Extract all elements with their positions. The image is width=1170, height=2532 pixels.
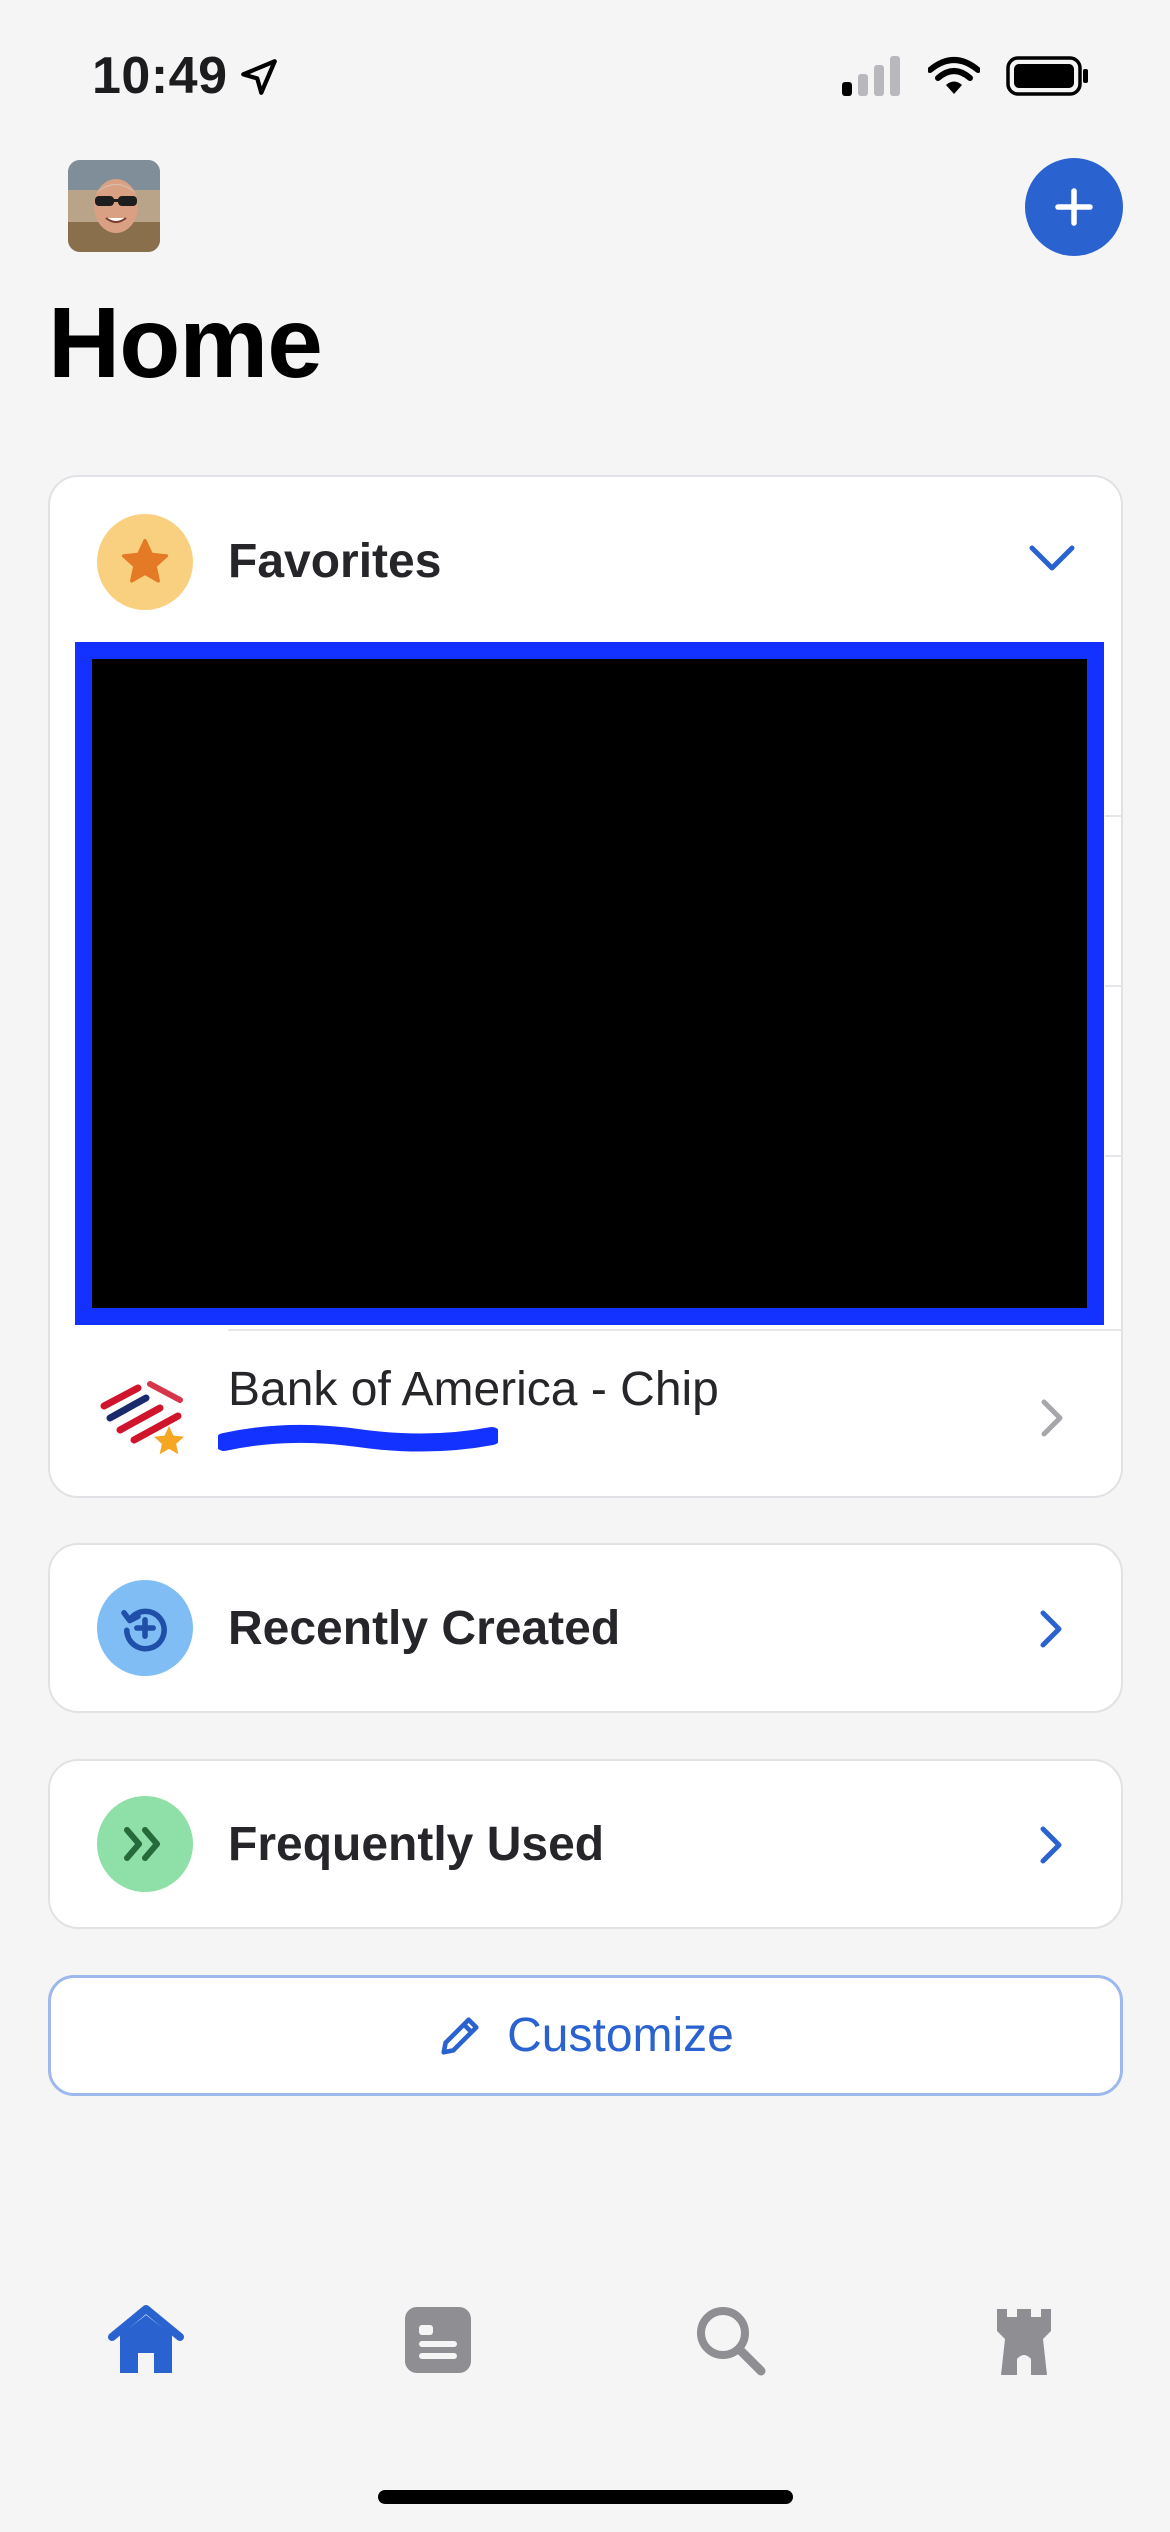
- favorite-star-icon: [153, 1425, 185, 1455]
- frequently-used-card[interactable]: Frequently Used: [48, 1759, 1123, 1929]
- double-chevron-icon: [124, 1827, 160, 1861]
- customize-button[interactable]: Customize: [48, 1975, 1123, 2096]
- page-title: Home: [48, 287, 323, 399]
- list-icon: [405, 2307, 471, 2373]
- favorites-label: Favorites: [228, 535, 442, 588]
- battery-icon: [1006, 56, 1088, 96]
- customize-label: Customize: [507, 2009, 734, 2062]
- tab-home[interactable]: [106, 2300, 186, 2380]
- tab-search[interactable]: [690, 2300, 770, 2380]
- wifi-icon: [928, 57, 980, 94]
- star-icon: [121, 538, 169, 583]
- frequently-used-label: Frequently Used: [228, 1818, 605, 1871]
- recently-created-icon-badge: [97, 1580, 193, 1676]
- favorites-icon-badge: [97, 514, 193, 610]
- favorites-header[interactable]: Favorites: [50, 477, 1121, 647]
- redacted-subtitle: [218, 1424, 498, 1452]
- list-item-title: Bank of America - Chip: [228, 1363, 719, 1416]
- list-divider: [1105, 815, 1121, 817]
- cellular-signal-icon: [842, 56, 900, 96]
- recently-created-label: Recently Created: [228, 1602, 621, 1655]
- recent-plus-icon: [121, 1608, 167, 1652]
- tower-icon: [997, 2309, 1051, 2375]
- bank-logo-icon: [100, 1380, 186, 1458]
- list-divider: [1105, 1155, 1121, 1157]
- home-indicator: [378, 2490, 793, 2504]
- chevron-right-icon: [1040, 1610, 1062, 1648]
- list-item[interactable]: Bank of America - Chip: [50, 1330, 1121, 1496]
- redacted-block: [75, 642, 1104, 1325]
- tab-items[interactable]: [398, 2300, 478, 2380]
- chevron-right-icon: [1040, 1826, 1062, 1864]
- recently-created-card[interactable]: Recently Created: [48, 1543, 1123, 1713]
- tab-security[interactable]: [984, 2300, 1064, 2380]
- search-icon: [697, 2307, 766, 2376]
- list-divider: [1105, 985, 1121, 987]
- location-arrow-icon: [238, 56, 280, 98]
- plus-icon: [1055, 188, 1093, 226]
- avatar[interactable]: [68, 160, 160, 252]
- add-button[interactable]: [1025, 158, 1123, 256]
- status-time: 10:49: [92, 47, 228, 105]
- chevron-down-icon[interactable]: [1028, 542, 1076, 574]
- status-icons: [842, 54, 1090, 98]
- frequently-used-icon-badge: [97, 1796, 193, 1892]
- pencil-icon: [441, 2016, 479, 2055]
- chevron-right-icon: [1041, 1399, 1063, 1437]
- home-icon: [108, 2305, 184, 2373]
